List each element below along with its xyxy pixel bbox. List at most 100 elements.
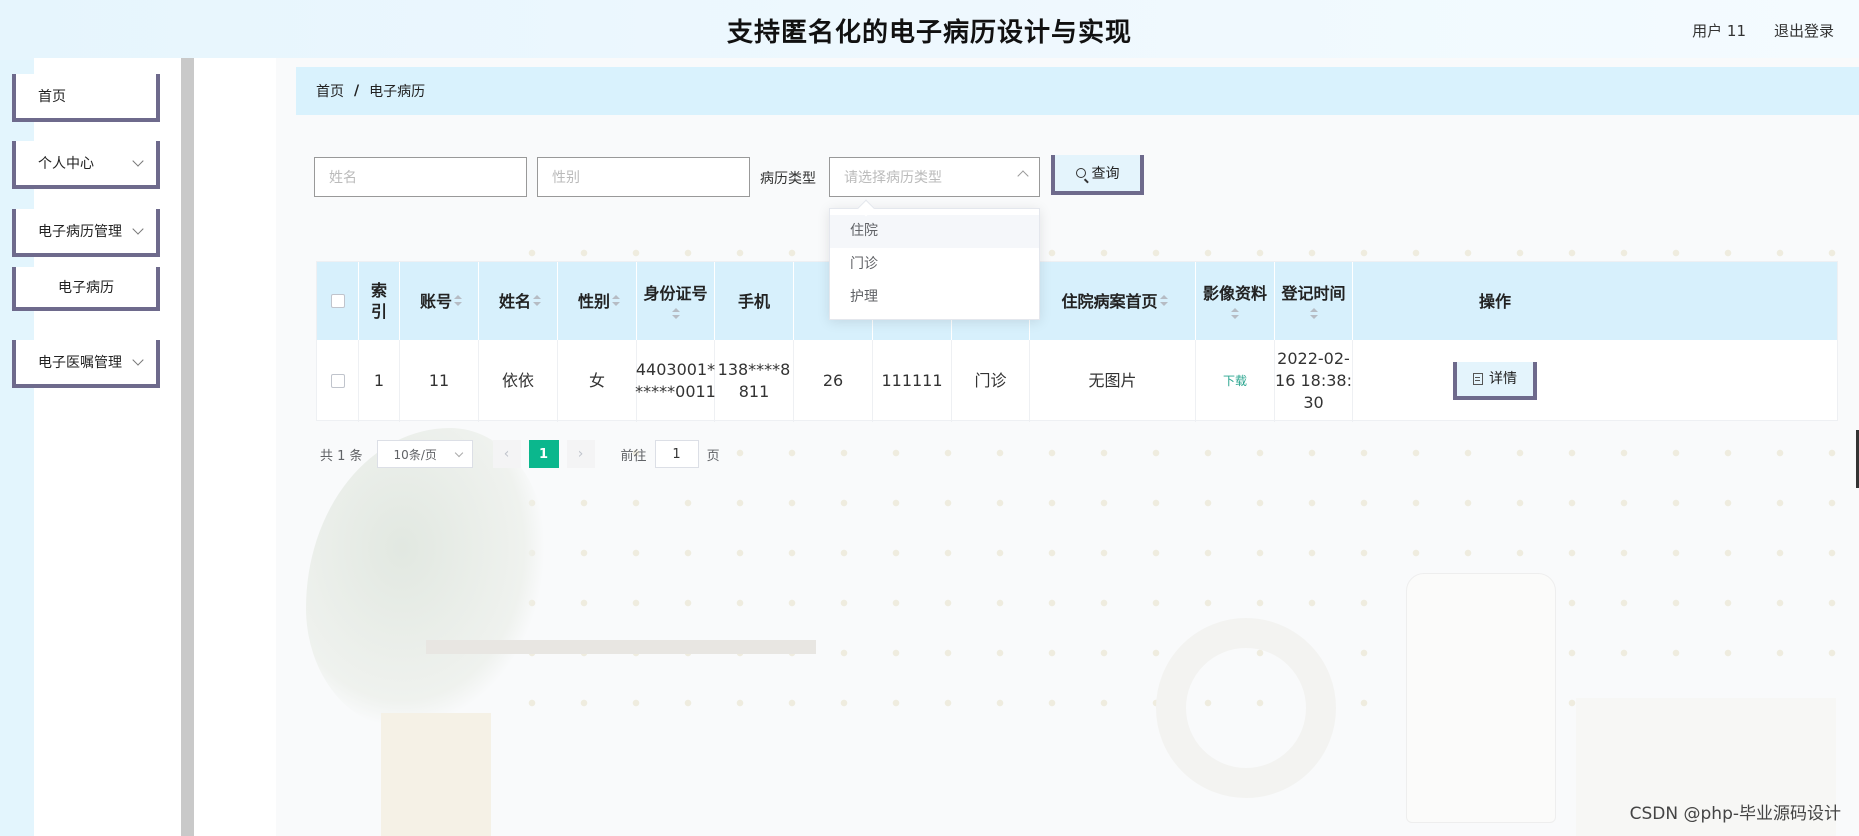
header-label: 登记时间 xyxy=(1281,283,1346,303)
background-box-image xyxy=(381,713,491,836)
content-gutter xyxy=(194,58,276,836)
cell-account: 11 xyxy=(400,340,479,422)
sidebar-item-orders-management[interactable]: 电子医嘱管理 xyxy=(12,340,160,388)
record-type-placeholder: 请选择病历类型 xyxy=(844,170,942,186)
breadcrumb-current: 电子病历 xyxy=(369,84,426,100)
header-reg-time[interactable]: 登记时间 xyxy=(1275,262,1353,340)
header-label: 身份证号 xyxy=(643,283,708,303)
sort-icon[interactable] xyxy=(1231,307,1239,320)
cell-gender: 女 xyxy=(558,340,637,422)
background-shelf-image xyxy=(426,640,816,654)
chevron-up-icon xyxy=(1017,170,1029,182)
query-button[interactable]: 查询 xyxy=(1051,155,1144,195)
detail-button-label: 详情 xyxy=(1489,371,1517,387)
name-placeholder: 姓名 xyxy=(329,170,357,186)
header-gender[interactable]: 性别 xyxy=(558,262,637,340)
sidebar-item-label: 电子医嘱管理 xyxy=(38,355,122,371)
dropdown-option-outpatient[interactable]: 门诊 xyxy=(830,248,1039,281)
sidebar-item-label: 电子病历 xyxy=(58,280,114,296)
logout-link[interactable]: 退出登录 xyxy=(1774,20,1834,41)
records-table: 索引 账号 姓名 性别 身份证号 手机 号 病历类型 住院病案首页 影像资料 登… xyxy=(316,261,1838,422)
header-label: 操作 xyxy=(1478,291,1511,311)
main-content: 首页 / 电子病历 姓名 性别 病历类型 请选择病历类型 查询 住院 门诊 护理… xyxy=(276,58,1859,836)
dropdown-option-nursing[interactable]: 护理 xyxy=(830,281,1039,314)
top-header: 支持匿名化的电子病历设计与实现 用户 11 退出登录 xyxy=(0,0,1859,60)
cell-index: 1 xyxy=(359,340,400,422)
chevron-down-icon xyxy=(132,354,144,366)
record-type-dropdown: 住院 门诊 护理 xyxy=(829,199,1040,320)
cell-idcard: 4403001* *****0011 xyxy=(635,340,716,422)
cell-reg-time: 2022-02- 16 18:38: 30 xyxy=(1275,340,1353,422)
watermark: CSDN @php-毕业源码设计 xyxy=(1629,804,1841,824)
header-index: 索引 xyxy=(359,262,400,340)
gender-search-input[interactable]: 性别 xyxy=(537,157,750,197)
header-phone[interactable]: 手机 xyxy=(715,262,794,340)
goto-prefix: 前往 xyxy=(620,448,647,464)
breadcrumb-home[interactable]: 首页 xyxy=(316,81,344,101)
goto-page-input[interactable]: 1 xyxy=(654,440,699,468)
pagination: 共 1 条 10条/页 ‹ 1 › 前往 1 页 xyxy=(320,440,720,468)
query-button-label: 查询 xyxy=(1091,166,1120,182)
background-cylinder-image xyxy=(1406,573,1556,823)
sidebar-item-label: 首页 xyxy=(38,89,66,105)
document-icon xyxy=(1473,373,1483,385)
cell-record-no: 111111 xyxy=(873,340,952,422)
dropdown-option-inpatient[interactable]: 住院 xyxy=(830,215,1039,248)
cell-phone: 138****8 811 xyxy=(715,340,794,422)
name-search-input[interactable]: 姓名 xyxy=(314,157,527,197)
header-home-page[interactable]: 住院病案首页 xyxy=(1030,262,1196,340)
breadcrumb: 首页 / 电子病历 xyxy=(296,67,1859,115)
header-idcard[interactable]: 身份证号 xyxy=(637,262,715,340)
record-type-label: 病历类型 xyxy=(760,171,816,187)
sidebar-scrollbar[interactable] xyxy=(181,58,194,836)
goto-suffix: 页 xyxy=(706,448,720,464)
header-label: 影像资料 xyxy=(1202,283,1267,303)
app-title: 支持匿名化的电子病历设计与实现 xyxy=(726,18,1132,48)
cell-home-page: 无图片 xyxy=(1030,340,1196,422)
cell-images: 下载 xyxy=(1196,340,1275,422)
page-size-select[interactable]: 10条/页 xyxy=(376,440,473,468)
record-type-select[interactable]: 请选择病历类型 xyxy=(829,157,1040,197)
sidebar-item-home[interactable]: 首页 xyxy=(12,74,160,122)
header-label: 账号 xyxy=(419,291,452,311)
next-page-button[interactable]: › xyxy=(566,440,595,468)
dropdown-caret xyxy=(857,199,875,217)
header-label: 姓名 xyxy=(498,291,531,311)
page-number-button[interactable]: 1 xyxy=(528,440,559,468)
sidebar-item-personal[interactable]: 个人中心 xyxy=(12,141,160,189)
download-link[interactable]: 下载 xyxy=(1223,370,1247,392)
checkbox[interactable] xyxy=(330,374,345,388)
gender-placeholder: 性别 xyxy=(552,170,580,186)
sidebar-item-emr[interactable]: 电子病历 xyxy=(12,267,160,311)
sidebar-item-emr-management[interactable]: 电子病历管理 xyxy=(12,209,160,257)
sidebar-item-label: 电子病历管理 xyxy=(38,224,122,240)
cell-name: 依依 xyxy=(479,340,558,422)
cell-record-type: 门诊 xyxy=(952,340,1030,422)
header-label: 索引 xyxy=(371,281,388,321)
chevron-down-icon xyxy=(454,448,463,458)
header-label: 手机 xyxy=(737,291,770,311)
detail-button[interactable]: 详情 xyxy=(1453,362,1537,400)
header-images[interactable]: 影像资料 xyxy=(1196,262,1275,340)
checkbox[interactable] xyxy=(330,294,345,308)
breadcrumb-separator: / xyxy=(354,83,360,99)
header-select-all[interactable] xyxy=(317,262,359,340)
prev-page-button[interactable]: ‹ xyxy=(492,440,521,468)
header-account[interactable]: 账号 xyxy=(400,262,479,340)
sort-icon[interactable] xyxy=(671,307,680,320)
sidebar-item-label: 个人中心 xyxy=(38,156,94,172)
search-icon xyxy=(1075,168,1086,178)
page-size-value: 10条/页 xyxy=(393,447,437,462)
current-user: 用户 11 xyxy=(1692,22,1746,40)
cell-operations: 详情 xyxy=(1353,340,1637,422)
pagination-total: 共 1 条 xyxy=(320,448,363,464)
chevron-down-icon xyxy=(132,155,144,167)
header-label: 性别 xyxy=(577,291,610,311)
chevron-down-icon xyxy=(132,223,144,235)
sort-icon[interactable] xyxy=(1309,307,1318,320)
row-select[interactable] xyxy=(317,340,359,422)
header-label: 住院病案首页 xyxy=(1061,291,1158,311)
background-ring-image xyxy=(1156,618,1336,798)
header-name[interactable]: 姓名 xyxy=(479,262,558,340)
cell-age: 26 xyxy=(794,340,873,422)
